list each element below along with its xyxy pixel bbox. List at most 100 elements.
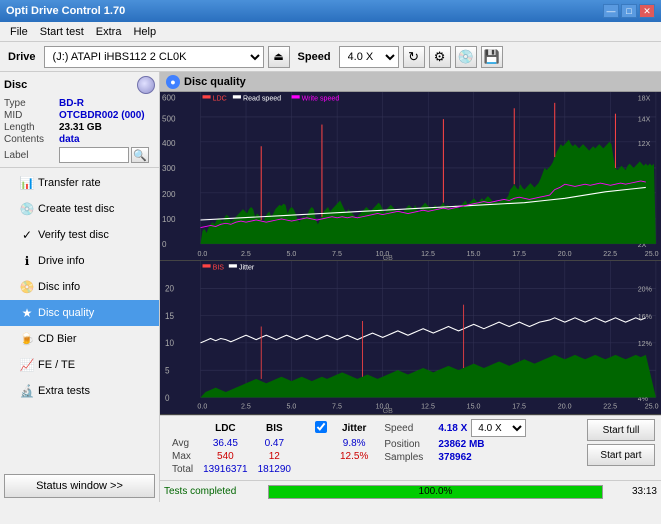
- svg-text:14X: 14X: [638, 114, 651, 123]
- svg-text:400: 400: [162, 138, 176, 148]
- max-row-label: Max: [168, 451, 197, 462]
- sidebar-item-transfer-rate[interactable]: 📊 Transfer rate: [0, 170, 159, 196]
- total-bis: 181290: [254, 464, 295, 475]
- content-area: ● Disc quality: [160, 72, 661, 502]
- label-input[interactable]: [59, 147, 129, 163]
- position-value: 23862 MB: [438, 439, 484, 450]
- disc-section-title: Disc: [4, 79, 27, 91]
- maximize-button[interactable]: □: [621, 4, 637, 18]
- avg-ldc: 36.45: [199, 438, 252, 449]
- svg-text:22.5: 22.5: [603, 249, 617, 258]
- charts-container: 0 100 200 300 400 500 600 2X 4X 6X 8X 12…: [160, 92, 661, 415]
- sidebar-item-verify-test-disc[interactable]: ✓ Verify test disc: [0, 222, 159, 248]
- svg-text:10: 10: [165, 338, 174, 348]
- status-text: Tests completed: [164, 486, 264, 497]
- speed-info: Speed 4.18 X 4.0 X Position 23862 MB Sam…: [384, 419, 526, 463]
- speed-select[interactable]: 4.0 X 2.0 X 6.0 X 8.0 X: [339, 46, 399, 68]
- menu-file[interactable]: File: [4, 25, 34, 39]
- max-bis: 12: [254, 451, 295, 462]
- cd-bier-icon: 🍺: [20, 332, 34, 346]
- sidebar: Disc Type BD-R MID OTCBDR002 (000) Lengt…: [0, 72, 160, 502]
- disc-icon: [137, 76, 155, 94]
- start-part-button[interactable]: Start part: [587, 444, 655, 466]
- svg-text:7.5: 7.5: [332, 249, 342, 258]
- svg-text:Write speed: Write speed: [302, 93, 340, 102]
- sidebar-item-disc-quality[interactable]: ★ Disc quality: [0, 300, 159, 326]
- stats-bar: LDC BIS Jitter Avg 36.45 0.47 9.8%: [160, 415, 661, 480]
- max-jitter: 12.5%: [336, 451, 372, 462]
- drive-info-icon: ℹ: [20, 254, 34, 268]
- svg-text:600: 600: [162, 92, 176, 102]
- svg-text:0.0: 0.0: [197, 401, 207, 410]
- jitter-checkbox[interactable]: [315, 421, 327, 433]
- length-label: Length: [4, 122, 59, 133]
- config-button[interactable]: ⚙: [429, 46, 451, 68]
- svg-text:500: 500: [162, 113, 176, 123]
- disc-quality-icon: ★: [20, 306, 34, 320]
- svg-text:2.5: 2.5: [241, 401, 251, 410]
- app-title: Opti Drive Control 1.70: [6, 5, 125, 17]
- bis-col-header: BIS: [254, 421, 295, 436]
- svg-text:Read speed: Read speed: [243, 93, 281, 102]
- fe-te-icon: 📈: [20, 358, 34, 372]
- create-test-label: Create test disc: [38, 203, 114, 215]
- progress-text: 100.0%: [269, 486, 602, 498]
- main-area: Disc Type BD-R MID OTCBDR002 (000) Lengt…: [0, 72, 661, 502]
- close-button[interactable]: ✕: [639, 4, 655, 18]
- window-controls: — □ ✕: [603, 4, 655, 18]
- verify-test-label: Verify test disc: [38, 229, 109, 241]
- sidebar-item-disc-info[interactable]: 📀 Disc info: [0, 274, 159, 300]
- svg-text:200: 200: [162, 189, 176, 199]
- status-window-button[interactable]: Status window >>: [4, 474, 155, 498]
- total-row-label: Total: [168, 464, 197, 475]
- svg-text:5: 5: [165, 365, 170, 375]
- avg-bis: 0.47: [254, 438, 295, 449]
- disc-button[interactable]: 💿: [455, 46, 477, 68]
- chart-title: Disc quality: [184, 76, 246, 88]
- save-button[interactable]: 💾: [481, 46, 503, 68]
- svg-text:GB: GB: [383, 406, 393, 414]
- speed-label: Speed: [294, 51, 335, 63]
- sidebar-item-create-test-disc[interactable]: 💿 Create test disc: [0, 196, 159, 222]
- label-edit-button[interactable]: 🔍: [131, 147, 149, 163]
- progress-bar: 100.0%: [268, 485, 603, 499]
- lower-chart: 0 5 10 15 20 4% 8% 12% 16% 20% 0.0 2.5 5…: [160, 261, 661, 415]
- mid-value: OTCBDR002 (000): [59, 110, 145, 121]
- sidebar-item-fe-te[interactable]: 📈 FE / TE: [0, 352, 159, 378]
- minimize-button[interactable]: —: [603, 4, 619, 18]
- jitter-col-header: Jitter: [336, 421, 372, 436]
- contents-value: data: [59, 134, 80, 145]
- svg-text:GB: GB: [383, 253, 393, 260]
- speed-row-value: 4.18 X: [438, 423, 467, 434]
- svg-text:18X: 18X: [638, 93, 651, 102]
- transfer-rate-icon: 📊: [20, 176, 34, 190]
- status-bar: Tests completed 100.0% 33:13: [160, 480, 661, 502]
- svg-text:Jitter: Jitter: [239, 263, 255, 272]
- drive-label: Drive: [4, 51, 40, 63]
- svg-text:0: 0: [162, 239, 167, 249]
- lower-chart-svg: 0 5 10 15 20 4% 8% 12% 16% 20% 0.0 2.5 5…: [160, 261, 661, 414]
- extra-tests-icon: 🔬: [20, 384, 34, 398]
- refresh-button[interactable]: ↻: [403, 46, 425, 68]
- svg-text:20.0: 20.0: [558, 249, 572, 258]
- svg-text:15: 15: [165, 311, 174, 321]
- upper-chart: 0 100 200 300 400 500 600 2X 4X 6X 8X 12…: [160, 92, 661, 261]
- type-value: BD-R: [59, 98, 84, 109]
- ldc-col-header: LDC: [199, 421, 252, 436]
- total-ldc: 13916371: [199, 464, 252, 475]
- svg-text:17.5: 17.5: [512, 401, 526, 410]
- start-full-button[interactable]: Start full: [587, 419, 655, 441]
- svg-text:12.5: 12.5: [421, 401, 435, 410]
- sidebar-item-drive-info[interactable]: ℹ Drive info: [0, 248, 159, 274]
- menu-start-test[interactable]: Start test: [34, 25, 90, 39]
- title-bar: Opti Drive Control 1.70 — □ ✕: [0, 0, 661, 22]
- disc-info-label: Disc info: [38, 281, 80, 293]
- speed-select-mini[interactable]: 4.0 X: [471, 419, 526, 437]
- eject-button[interactable]: ⏏: [268, 46, 290, 68]
- drive-select[interactable]: (J:) ATAPI iHBS112 2 CL0K: [44, 46, 264, 68]
- svg-text:12X: 12X: [638, 139, 651, 148]
- menu-help[interactable]: Help: [127, 25, 162, 39]
- sidebar-item-cd-bier[interactable]: 🍺 CD Bier: [0, 326, 159, 352]
- sidebar-item-extra-tests[interactable]: 🔬 Extra tests: [0, 378, 159, 404]
- menu-extra[interactable]: Extra: [90, 25, 128, 39]
